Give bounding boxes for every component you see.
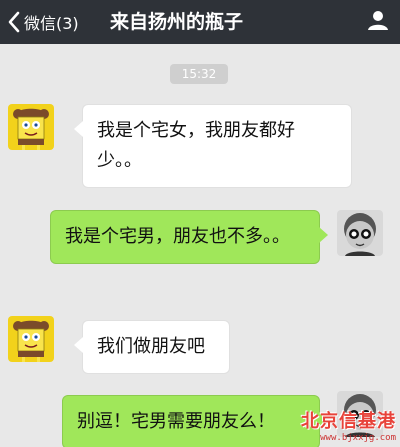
person-icon <box>367 9 389 35</box>
timestamp: 15:32 <box>170 64 228 84</box>
message-text: 我们做朋友吧 <box>97 336 205 357</box>
message-bubble[interactable]: 我是个宅男，朋友也不多。。 <box>50 210 328 264</box>
watermark-text: 北京信基港 <box>301 411 396 432</box>
top-bar: 微信(3) 来自扬州的瓶子 <box>0 0 400 44</box>
message-bubble[interactable]: 我们做朋友吧 <box>74 320 230 374</box>
message-text: 我是个宅女，我朋友都好少。。 <box>97 120 295 171</box>
user-avatar[interactable] <box>337 210 383 256</box>
chat-area[interactable]: 15:32 我是个宅女，我朋友都好少。。 我是个宅男，朋友也不多。。 我们做朋友… <box>0 44 400 447</box>
spongebob-avatar[interactable] <box>8 104 54 150</box>
back-button[interactable]: 微信(3) <box>0 0 79 44</box>
chevron-left-icon <box>6 10 22 34</box>
message-bubble[interactable]: 别逗！宅男需要朋友么！ <box>62 395 328 447</box>
message-text: 我是个宅男，朋友也不多。。 <box>65 226 290 247</box>
chat-title: 来自扬州的瓶子 <box>110 11 244 33</box>
back-label: 微信(3) <box>24 14 79 33</box>
watermark-url: www.bjxxjg.com <box>320 433 396 443</box>
spongebob-avatar[interactable] <box>8 316 54 362</box>
message-text: 别逗！宅男需要朋友么！ <box>77 411 275 432</box>
message-bubble[interactable]: 我是个宅女，我朋友都好少。。 <box>74 104 352 188</box>
watermark: 北京信基港 www.bjxxjg.com <box>301 407 396 443</box>
profile-button[interactable] <box>364 8 392 36</box>
